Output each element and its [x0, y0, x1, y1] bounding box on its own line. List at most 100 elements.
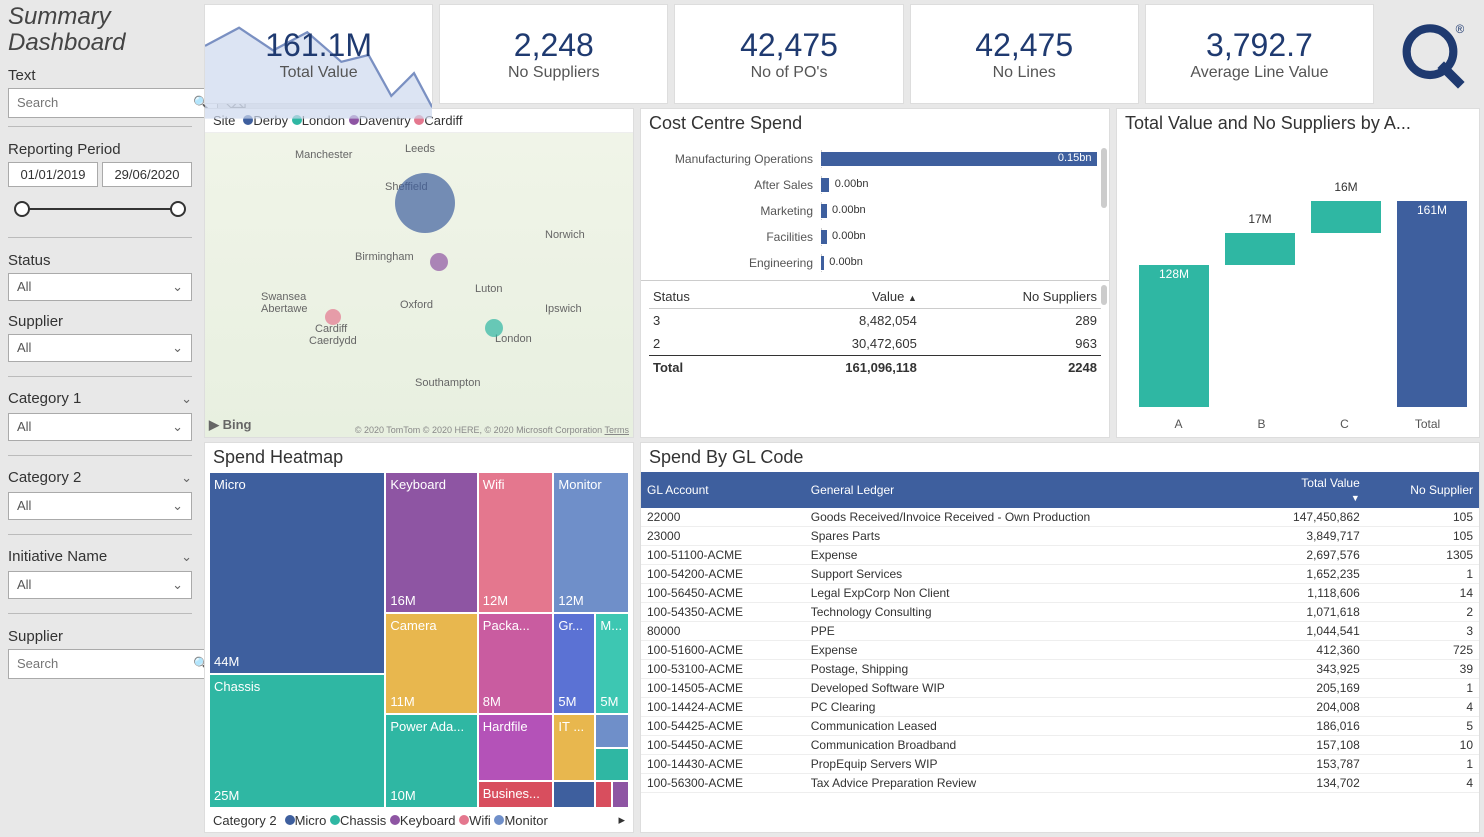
heatmap-cell[interactable]: Keyboard 16M	[385, 472, 477, 613]
supplier-search-box[interactable]: 🔍	[8, 649, 218, 679]
map-canvas[interactable]: Manchester Leeds Sheffield Birmingham Lu…	[205, 132, 633, 437]
heatmap-cell[interactable]: Micro 44M	[209, 472, 385, 674]
table-row[interactable]: 22000Goods Received/Invoice Received - O…	[641, 508, 1479, 527]
cc-bar-row[interactable]: Manufacturing Operations 0.15bn	[653, 146, 1097, 172]
col-suppliers[interactable]: No Suppliers	[921, 285, 1101, 309]
slider-thumb-start[interactable]	[14, 201, 30, 217]
heatmap-cell[interactable]	[595, 714, 629, 748]
gl-card[interactable]: Spend By GL Code GL Account General Ledg…	[640, 442, 1480, 833]
heatmap-legend: Category 2 Micro Chassis Keyboard Wifi M…	[205, 808, 633, 832]
table-row[interactable]: 100-54200-ACMESupport Services1,652,2351	[641, 565, 1479, 584]
heatmap-cell[interactable]: Hardfile	[478, 714, 554, 781]
kpi-no-suppliers[interactable]: 2,248 No Suppliers	[439, 4, 668, 104]
map-bubble-daventry[interactable]	[430, 253, 448, 271]
col-no-supplier[interactable]: No Supplier	[1366, 472, 1479, 508]
date-to[interactable]: 29/06/2020	[102, 162, 192, 187]
col-value[interactable]: Value ▲	[747, 285, 921, 309]
heatmap-cell[interactable]: M... 5M	[595, 613, 629, 714]
card-title: Spend By GL Code	[641, 443, 1479, 472]
waterfall-card[interactable]: Total Value and No Suppliers by A... 128…	[1116, 108, 1480, 438]
scrollbar[interactable]	[1101, 285, 1107, 305]
cat2-select[interactable]: All⌄	[8, 492, 192, 520]
supplier-search-input[interactable]	[17, 656, 193, 671]
kpi-avg-line-value[interactable]: 3,792.7 Average Line Value	[1145, 4, 1374, 104]
heatmap-cell[interactable]: IT ...	[553, 714, 595, 781]
supplier-label: Supplier	[8, 313, 192, 330]
date-range-slider[interactable]	[14, 197, 186, 221]
heatmap-cell[interactable]	[595, 781, 612, 808]
text-search-input[interactable]	[17, 95, 193, 110]
table-row[interactable]: 100-54450-ACMECommunication Broadband157…	[641, 736, 1479, 755]
text-search-box[interactable]: 🔍	[8, 88, 218, 118]
date-from[interactable]: 01/01/2019	[8, 162, 98, 187]
heatmap-cell[interactable]: Wifi 12M	[478, 472, 554, 613]
table-row[interactable]: 100-14430-ACMEPropEquip Servers WIP153,7…	[641, 755, 1479, 774]
table-row[interactable]: 100-53100-ACMEPostage, Shipping343,92539	[641, 660, 1479, 679]
heatmap-cell[interactable]: Power Ada... 10M	[385, 714, 477, 808]
cc-bar-row[interactable]: After Sales 0.00bn	[653, 172, 1097, 198]
status-select[interactable]: All⌄	[8, 273, 192, 301]
kpi-no-lines[interactable]: 42,475 No Lines	[910, 4, 1139, 104]
col-total-value[interactable]: Total Value▼	[1246, 472, 1365, 508]
chevron-down-icon[interactable]: ⌄	[181, 549, 192, 565]
heatmap-cell[interactable]	[553, 781, 595, 808]
map-bubble-cardiff[interactable]	[325, 309, 341, 325]
chevron-down-icon[interactable]: ⌄	[181, 391, 192, 407]
legend-dot[interactable]	[390, 815, 400, 825]
heatmap-cell[interactable]: Chassis 25M	[209, 674, 385, 808]
map-bubble-derby[interactable]	[395, 173, 455, 233]
terms-link[interactable]: Terms	[605, 425, 630, 435]
table-row[interactable]: 100-56450-ACMELegal ExpCorp Non Client1,…	[641, 584, 1479, 603]
heatmap-cell[interactable]: Packa... 8M	[478, 613, 554, 714]
map-bubble-london[interactable]	[485, 319, 503, 337]
map-card[interactable]: Site Derby London Daventry Cardiff Manch…	[204, 108, 634, 438]
legend-dot[interactable]	[285, 815, 295, 825]
legend-dot[interactable]	[330, 815, 340, 825]
init-select[interactable]: All⌄	[8, 571, 192, 599]
kpi-total-value[interactable]: 161.1M Total Value	[204, 4, 433, 104]
wf-bar[interactable]: 17M	[1223, 178, 1297, 407]
cc-bar-row[interactable]: Engineering 0.00bn	[653, 250, 1097, 276]
heatmap-cell[interactable]	[595, 748, 629, 782]
legend-dot[interactable]	[459, 815, 469, 825]
status-table[interactable]: Status Value ▲ No Suppliers 38,482,05428…	[641, 280, 1109, 437]
wf-bar[interactable]: 161M	[1395, 178, 1469, 407]
cost-centre-card[interactable]: Cost Centre Spend Manufacturing Operatio…	[640, 108, 1110, 438]
cc-bar-row[interactable]: Marketing 0.00bn	[653, 198, 1097, 224]
table-row[interactable]: 230,472,605963	[649, 332, 1101, 356]
table-row[interactable]: 100-14505-ACMEDeveloped Software WIP205,…	[641, 679, 1479, 698]
chevron-down-icon[interactable]: ⌄	[181, 470, 192, 486]
table-row[interactable]: 100-51100-ACMEExpense2,697,5761305	[641, 546, 1479, 565]
table-row[interactable]: 100-54425-ACMECommunication Leased186,01…	[641, 717, 1479, 736]
heatmap-card[interactable]: Spend Heatmap Micro 44M Chassis 25M Keyb…	[204, 442, 634, 833]
heatmap-cell[interactable]	[612, 781, 629, 808]
kpi-no-pos[interactable]: 42,475 No of PO's	[674, 4, 903, 104]
table-row[interactable]: 100-56300-ACMETax Advice Preparation Rev…	[641, 774, 1479, 793]
legend-dot[interactable]	[494, 815, 504, 825]
table-row[interactable]: 100-51600-ACMEExpense412,360725	[641, 641, 1479, 660]
heatmap-cell[interactable]: Busines...	[478, 781, 554, 808]
wf-bar[interactable]: 128M	[1137, 178, 1211, 407]
cc-bar-row[interactable]: Facilities 0.00bn	[653, 224, 1097, 250]
table-row[interactable]: 100-14424-ACMEPC Clearing204,0084	[641, 698, 1479, 717]
legend-more-icon[interactable]: ▸	[618, 812, 625, 828]
wf-bar[interactable]: 16M	[1309, 178, 1383, 407]
table-row[interactable]: 80000PPE1,044,5413	[641, 622, 1479, 641]
slider-thumb-end[interactable]	[170, 201, 186, 217]
col-gl-account[interactable]: GL Account	[641, 472, 805, 508]
scrollbar[interactable]	[1101, 148, 1107, 208]
heatmap-cell[interactable]: Monitor 12M	[553, 472, 629, 613]
col-status[interactable]: Status	[649, 285, 747, 309]
cell-value: 25M	[214, 788, 380, 803]
table-row[interactable]: 100-54350-ACMETechnology Consulting1,071…	[641, 603, 1479, 622]
heatmap-cell[interactable]: Camera 11M	[385, 613, 477, 714]
col-general-ledger[interactable]: General Ledger	[805, 472, 1247, 508]
heatmap-cell[interactable]: Gr... 5M	[553, 613, 595, 714]
supplier-select[interactable]: All⌄	[8, 334, 192, 362]
kpi-value: 3,792.7	[1206, 27, 1313, 64]
table-row[interactable]: 38,482,054289	[649, 309, 1101, 333]
table-row[interactable]: 23000Spares Parts3,849,717105	[641, 527, 1479, 546]
cell-value: 5M	[600, 694, 624, 709]
cat1-select[interactable]: All⌄	[8, 413, 192, 441]
legend-label: Micro	[295, 813, 327, 828]
